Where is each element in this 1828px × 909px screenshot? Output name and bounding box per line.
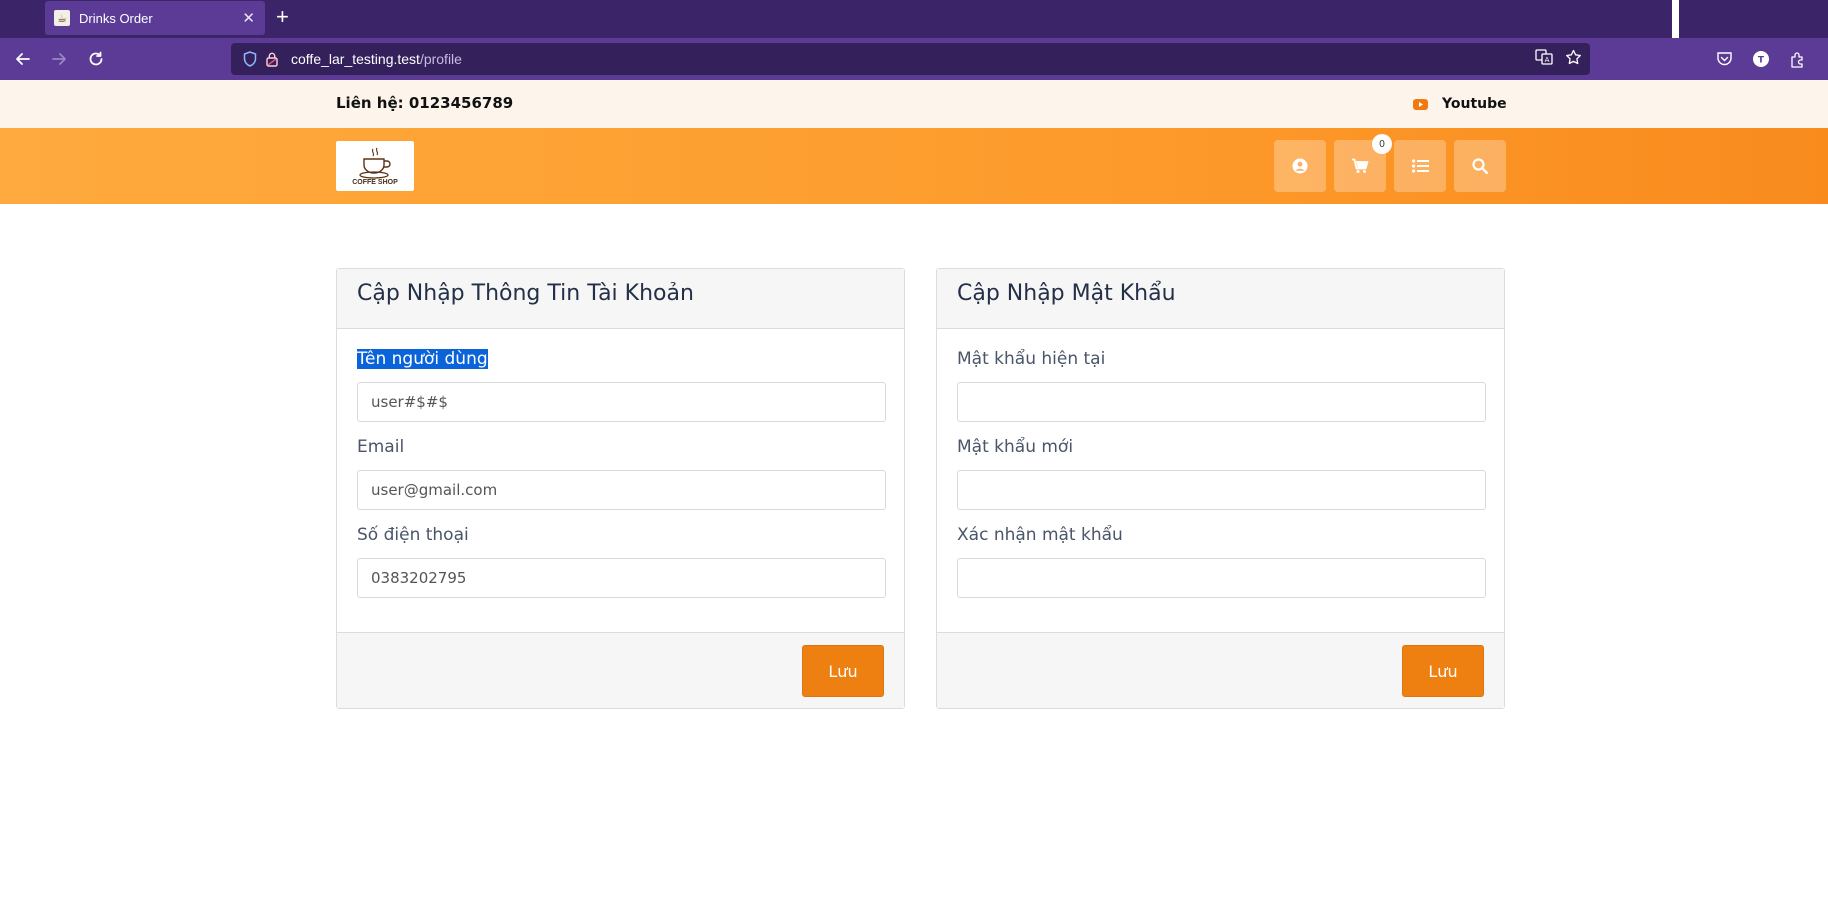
order-list-button[interactable] [1394,140,1446,192]
user-button[interactable] [1274,140,1326,192]
new-password-label: Mật khẩu mới [957,437,1074,457]
account-info-card: Cập Nhập Thông Tin Tài Khoản Tên người d… [336,268,905,709]
new-password-input[interactable] [957,470,1486,510]
coffee-shop-logo[interactable]: COFFE SHOP [336,141,414,191]
bookmark-star-icon[interactable] [1565,49,1582,70]
youtube-label: Youtube [1442,96,1507,112]
close-tab-icon[interactable]: ✕ [242,9,255,27]
browser-tab[interactable]: ☕ Drinks Order ✕ [45,1,265,35]
account-button[interactable]: T [1752,38,1770,80]
cart-button[interactable]: 0 [1334,134,1392,192]
extensions-icon [1791,51,1803,68]
email-input[interactable] [357,470,886,510]
save-password-button[interactable]: Lưu [1402,645,1484,697]
account-card-header: Cập Nhập Thông Tin Tài Khoản [337,269,904,329]
url-bar[interactable]: coffe_lar_testing.test/profile A [231,43,1590,75]
search-button[interactable] [1454,140,1506,192]
confirm-password-label: Xác nhận mật khẩu [957,525,1123,545]
url-host: coffe_lar_testing.test [291,51,420,67]
password-card-title: Cập Nhập Mật Khẩu [957,281,1176,306]
coffee-cup-icon [359,147,391,179]
tab-title: Drinks Order [79,10,153,26]
username-input[interactable] [357,382,886,422]
forward-button[interactable] [42,38,76,80]
pocket-button[interactable] [1716,38,1733,80]
cart-count-badge: 0 [1372,134,1392,154]
youtube-link[interactable]: Youtube [1413,96,1507,112]
current-password-input[interactable] [957,382,1486,422]
reload-icon [89,51,103,66]
user-circle-icon [1292,158,1308,174]
list-icon [1411,159,1429,173]
account-card-title: Cập Nhập Thông Tin Tài Khoản [357,281,694,306]
account-card-footer: Lưu [337,632,904,708]
password-card-header: Cập Nhập Mật Khẩu [937,269,1504,329]
reload-button[interactable] [79,38,113,80]
phone-input[interactable] [357,558,886,598]
coffee-favicon-icon: ☕ [54,10,70,26]
password-card-body: Mật khẩu hiện tại Mật khẩu mới Xác nhận … [937,329,1504,635]
cart-icon [1352,158,1369,173]
account-avatar-icon: T [1753,51,1769,67]
browser-tabstrip: ☕ Drinks Order ✕ + [0,0,1828,38]
youtube-icon [1413,98,1428,110]
contact-topbar: Liên hệ: 0123456789 Youtube [0,80,1828,128]
translate-icon[interactable]: A [1535,49,1553,69]
confirm-password-input[interactable] [957,558,1486,598]
password-card-footer: Lưu [937,632,1504,708]
logo-text: COFFE SHOP [352,178,398,186]
back-arrow-icon [16,53,30,65]
save-account-button[interactable]: Lưu [802,645,884,697]
username-label: Tên người dùng [357,349,488,369]
email-label: Email [357,437,405,457]
search-icon [1472,158,1488,174]
current-password-label: Mật khẩu hiện tại [957,349,1106,369]
shield-icon[interactable] [239,51,261,67]
url-path: /profile [419,51,462,67]
pocket-icon [1717,52,1732,66]
contact-phone: Liên hệ: 0123456789 [336,94,514,112]
site-header: COFFE SHOP 0 [0,128,1828,204]
password-card: Cập Nhập Mật Khẩu Mật khẩu hiện tại Mật … [936,268,1505,709]
svg-text:T: T [1758,56,1765,66]
tabstrip-divider [1672,0,1679,38]
account-card-body: Tên người dùng Email Số điện thoại [337,329,904,635]
back-button[interactable] [6,38,40,80]
forward-arrow-icon [52,53,66,65]
lock-icon[interactable] [261,51,283,67]
new-tab-button[interactable]: + [276,4,289,30]
url-text: coffe_lar_testing.test/profile [291,51,462,67]
web-page: Liên hệ: 0123456789 Youtube COFFE SHOP 0 [0,80,1828,909]
svg-text:A: A [1545,56,1550,64]
browser-toolbar: coffe_lar_testing.test/profile A T [0,38,1828,80]
extensions-button[interactable] [1789,38,1806,80]
phone-label: Số điện thoại [357,525,469,545]
